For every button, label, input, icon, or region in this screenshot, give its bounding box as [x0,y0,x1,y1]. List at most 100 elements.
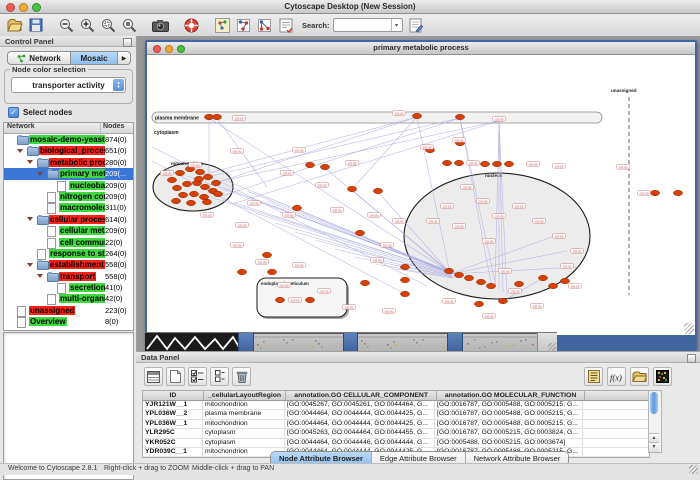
tree-row-cellular-metabol[interactable]: cellular metabol209(0) [4,225,133,236]
network-node[interactable] [444,268,453,273]
column-header-annotation.GO CELLULAR_COMPONENT[interactable]: annotation.GO CELLULAR_COMPONENT [286,391,436,400]
network-edge[interactable] [152,161,409,296]
tree-row-cell-communicat[interactable]: cell communicat22(0) [4,237,133,248]
network-node[interactable] [464,275,473,280]
network-node[interactable] [504,161,513,166]
network-node[interactable] [476,279,485,284]
network-node[interactable] [492,161,501,166]
tree-row-multi-organism-pro[interactable]: multi-organism pro42(0) [4,293,133,304]
select-attributes-icon[interactable] [188,367,207,386]
column-header-empty[interactable] [585,391,649,400]
network-node[interactable] [400,264,409,269]
network-node[interactable] [175,170,184,175]
birdseye-navigator[interactable] [3,332,134,480]
network-node[interactable] [178,192,187,197]
network-node[interactable] [360,280,369,285]
delete-attribute-icon[interactable] [232,367,251,386]
expander-icon[interactable] [27,217,33,221]
search-input[interactable]: ▾ [333,18,403,32]
network-edge[interactable] [212,121,499,183]
new-attribute-icon[interactable] [166,367,185,386]
table-row-YKR052C[interactable]: YKR052Ccytoplasm[GO:0044464, GO:0044446,… [143,439,649,448]
tree-row-secretion[interactable]: secretion41(0) [4,282,133,293]
network-node[interactable] [454,160,463,165]
tree-row-overview[interactable]: Overview8(0) [4,316,133,327]
network-node[interactable] [347,186,356,191]
network-node[interactable] [486,283,495,288]
search-dropdown-icon[interactable]: ▾ [391,19,402,31]
network-node[interactable] [305,297,314,302]
expander-icon[interactable] [27,160,33,164]
annotation-icon[interactable] [276,16,295,34]
network-node[interactable] [455,114,464,119]
tab-overflow-icon[interactable]: ▶ [118,51,131,65]
tree-row-nucleobase-[interactable]: nucleobase-209(0) [4,180,133,191]
expander-icon[interactable] [37,274,43,278]
network-node[interactable] [267,269,276,274]
tree-row-mosaic-demo-yeast[interactable]: mosaic-demo-yeast874(0) [4,134,133,145]
window-resize-grip[interactable] [684,323,693,332]
network-view-window[interactable]: primary metabolic process plasma membran… [145,40,697,351]
network-edge[interactable] [222,118,460,196]
network-window-titlebar[interactable]: primary metabolic process [147,42,695,55]
attribute-list-icon[interactable] [584,367,603,386]
table-row-YLR295C[interactable]: YLR295Ccytoplasm[GO:0045263, GO:0044464,… [143,429,649,438]
snapshot-icon[interactable] [151,16,170,34]
scrollbar-thumb[interactable] [650,392,658,414]
tree-row-macromolecule[interactable]: macromolecule311(0) [4,202,133,213]
network-node[interactable] [237,269,246,274]
network-node[interactable] [292,205,301,210]
network-node[interactable] [400,291,409,296]
tree-row-metabolic-process[interactable]: metabolic process280(0) [4,157,133,168]
open-icon[interactable] [5,16,24,34]
network-canvas[interactable]: plasma membranecytoplasmmitochondrionnuc… [147,55,695,335]
table-scrollbar[interactable]: ▲ ▼ [648,390,662,453]
network-node[interactable] [172,185,181,190]
network-node[interactable] [320,164,329,169]
network-node[interactable] [548,283,557,288]
expander-icon[interactable] [27,263,33,267]
tree-row-establishment-of-lo[interactable]: establishment of lo558(0) [4,259,133,270]
network-node[interactable] [560,278,569,283]
network-node[interactable] [412,113,421,118]
zoom-in-icon[interactable] [78,16,97,34]
network-node[interactable] [195,169,204,174]
table-row-YPL036W__1[interactable]: YPL036W__1mitochondrion[GO:0044464, GO:0… [143,420,649,429]
background-view-strip[interactable] [145,332,557,352]
tree-row-cellular-process[interactable]: cellular process614(0) [4,214,133,225]
import-attributes-icon[interactable] [630,367,649,386]
column-header-_cellularLayoutRegion[interactable]: _cellularLayoutRegion [204,391,287,400]
tree-row-response-to-stimul[interactable]: response to stimul264(0) [4,248,133,259]
function-builder-icon[interactable]: f(x) [607,367,626,386]
tab-mosaic[interactable]: Mosaic [71,51,118,65]
float-panel-icon[interactable] [123,38,132,47]
zoom-fit-icon[interactable] [120,16,139,34]
network-node[interactable] [673,190,682,195]
network-node[interactable] [275,297,284,302]
tree-row-primary-metaboli[interactable]: primary metaboli209(... [4,168,133,179]
edit-network-icon[interactable] [409,18,423,33]
layout-nodes-icon[interactable] [234,16,253,34]
save-icon[interactable] [26,16,45,34]
tab-network[interactable]: Network [7,51,71,65]
float-panel-icon[interactable] [687,354,696,363]
network-node[interactable] [538,275,547,280]
expander-icon[interactable] [17,149,23,153]
scroll-down-icon[interactable]: ▼ [649,442,659,452]
zoom-out-icon[interactable] [57,16,76,34]
network-node[interactable] [213,191,222,196]
network-node[interactable] [211,180,220,185]
network-node[interactable] [186,200,195,205]
network-node[interactable] [199,194,208,199]
network-node[interactable] [171,198,180,203]
table-row-YPL036W__2[interactable]: YPL036W__2plasma membrane[GO:0044464, GO… [143,410,649,419]
network-node[interactable] [167,177,176,182]
column-header-ID[interactable]: ID [143,391,204,400]
network-node[interactable] [373,188,382,193]
network-node[interactable] [200,184,209,189]
network-node[interactable] [355,230,364,235]
table-row-YJR121W__1[interactable]: YJR121W__1mitochondrion[GO:0045267, GO:0… [143,401,649,410]
network-node[interactable] [514,281,523,286]
network-node[interactable] [480,161,489,166]
network-node[interactable] [400,277,409,282]
